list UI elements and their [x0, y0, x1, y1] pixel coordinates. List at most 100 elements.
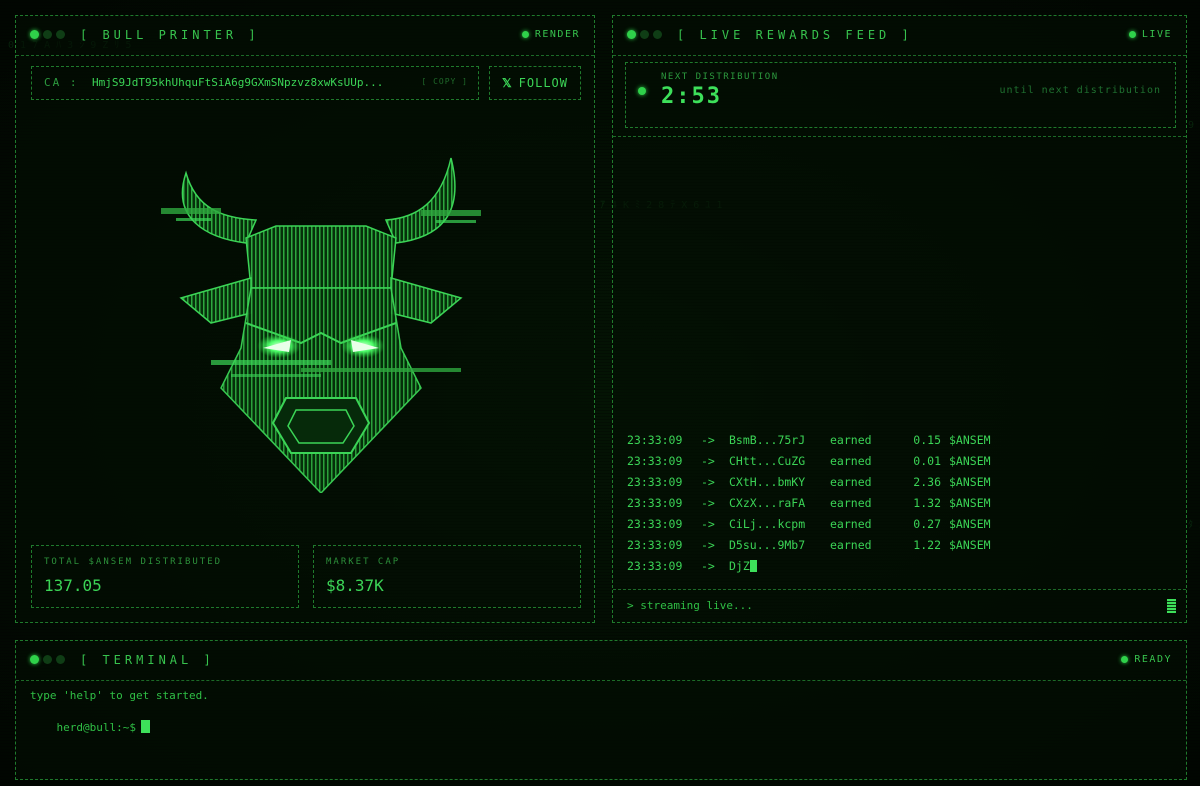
window-dots	[30, 655, 65, 664]
feed-time: 23:33:09	[627, 475, 683, 489]
feed-token: $ANSEM	[949, 475, 991, 489]
rewards-feed-list: 23:33:09 -> BsmB...75rJ earned 0.15 $ANS…	[627, 430, 991, 577]
feed-row: 23:33:09 -> CHtt...CuZG earned 0.01 $ANS…	[627, 451, 991, 472]
status-dot-icon	[1121, 656, 1129, 663]
feed-row: 23:33:09 -> CXzX...raFA earned 1.32 $ANS…	[627, 493, 991, 514]
feed-token: $ANSEM	[949, 496, 991, 510]
terminal-hint: type 'help' to get started.	[30, 689, 209, 702]
stream-status-text: > streaming live...	[627, 599, 753, 612]
feed-arrow: ->	[701, 496, 715, 510]
feed-amount: 2.36	[913, 475, 941, 489]
feed-arrow: ->	[701, 454, 715, 468]
rain-column: 9 ﾆ 0 B ｹ 7 3 ﾓ Q 5	[1188, 120, 1195, 131]
panel-header: [ TERMINAL ] READY	[16, 641, 1186, 681]
dot-icon	[30, 30, 39, 39]
status-indicator: RENDER	[521, 29, 580, 40]
status-label: RENDER	[534, 29, 580, 40]
feed-divider	[613, 136, 1186, 137]
feed-address: BsmB...75rJ	[729, 433, 806, 447]
follow-label: FOLLOW	[518, 76, 569, 90]
countdown-timer: 2:53	[661, 84, 722, 109]
panel-title: [ LIVE REWARDS FEED ]	[677, 28, 913, 42]
feed-amount: 1.32	[913, 496, 941, 510]
feed-token: $ANSEM	[949, 454, 991, 468]
feed-verb: earned	[830, 433, 872, 447]
window-dots	[627, 30, 662, 39]
feed-row: 23:33:09 -> D5su...9Mb7 earned 1.22 $ANS…	[627, 535, 991, 556]
dot-icon	[627, 30, 636, 39]
x-logo-icon: 𝕏	[501, 76, 513, 90]
contract-address-value: HmjS9JdT95khUhquFtSiA6g9GXmSNpzvz8xwKsUU…	[92, 76, 384, 89]
dot-icon	[43, 30, 52, 39]
bull-head-icon	[161, 157, 481, 493]
feed-time: 23:33:09	[627, 454, 683, 468]
feed-row: 23:33:09 -> CiLj...kcpm earned 0.27 $ANS…	[627, 514, 991, 535]
copy-button[interactable]: [ COPY ]	[421, 77, 468, 86]
feed-address-typing: DjZ	[729, 556, 757, 577]
feed-arrow: ->	[701, 433, 715, 447]
feed-verb: earned	[830, 475, 872, 489]
status-dot-icon	[521, 31, 529, 38]
feed-arrow: ->	[701, 517, 715, 531]
rain-column: ﾀ 2 6 ﾎ 1 V ｻ 8 4 ﾙ	[1188, 520, 1200, 531]
panel-title: [ BULL PRINTER ]	[80, 28, 260, 42]
feed-time: 23:33:09	[627, 559, 683, 573]
contract-address-box: CA : HmjS9JdT95khUhquFtSiA6g9GXmSNpzvz8x…	[31, 66, 479, 100]
dot-icon	[30, 655, 39, 664]
feed-time: 23:33:09	[627, 538, 683, 552]
signal-bars-icon	[1167, 599, 1176, 613]
terminal-input-line[interactable]: herd@bull:~$	[30, 707, 150, 747]
status-label: LIVE	[1141, 29, 1172, 40]
feed-token: $ANSEM	[949, 517, 991, 531]
follow-button[interactable]: 𝕏 FOLLOW	[489, 66, 581, 100]
total-distributed-value: 137.05	[44, 576, 102, 595]
dot-icon	[640, 30, 649, 39]
feed-time: 23:33:09	[627, 433, 683, 447]
dot-icon	[56, 655, 65, 664]
total-distributed-card: TOTAL $ANSEM DISTRIBUTED 137.05	[31, 545, 299, 608]
typing-text: DjZ	[729, 559, 750, 573]
market-cap-value: $8.37K	[326, 576, 384, 595]
cursor-icon	[749, 560, 757, 572]
feed-address: CiLj...kcpm	[729, 517, 806, 531]
feed-arrow: ->	[701, 559, 715, 573]
feed-address: CXzX...raFA	[729, 496, 806, 510]
feed-time: 23:33:09	[627, 496, 683, 510]
feed-time: 23:33:09	[627, 517, 683, 531]
feed-address: CHtt...CuZG	[729, 454, 806, 468]
feed-verb: earned	[830, 517, 872, 531]
cursor-icon	[140, 720, 150, 733]
countdown-dot-icon	[638, 87, 646, 95]
feed-arrow: ->	[701, 538, 715, 552]
feed-verb: earned	[830, 496, 872, 510]
feed-token: $ANSEM	[949, 538, 991, 552]
panel-header: [ LIVE REWARDS FEED ] LIVE	[613, 16, 1186, 56]
next-distribution-label: NEXT DISTRIBUTION	[661, 72, 779, 82]
dot-icon	[56, 30, 65, 39]
status-indicator: LIVE	[1128, 29, 1172, 40]
total-distributed-label: TOTAL $ANSEM DISTRIBUTED	[44, 557, 223, 567]
bull-printer-panel: [ BULL PRINTER ] RENDER CA : HmjS9JdT95k…	[15, 15, 595, 623]
panel-header: [ BULL PRINTER ] RENDER	[16, 16, 594, 56]
window-dots	[30, 30, 65, 39]
dot-icon	[43, 655, 52, 664]
feed-amount: 0.01	[913, 454, 941, 468]
until-label: until next distribution	[999, 85, 1161, 96]
rain-column: ｱ 4 K ﾐ 2 8 ﾃ X 6 ﾕ 1	[600, 200, 722, 211]
feed-amount: 1.22	[913, 538, 941, 552]
feed-amount: 0.15	[913, 433, 941, 447]
status-dot-icon	[1128, 31, 1136, 38]
rewards-feed-panel: [ LIVE REWARDS FEED ] LIVE NEXT DISTRIBU…	[612, 15, 1187, 623]
feed-verb: earned	[830, 454, 872, 468]
feed-row: 23:33:09 -> CXtH...bmKY earned 2.36 $ANS…	[627, 472, 991, 493]
status-indicator: READY	[1121, 654, 1172, 665]
terminal-panel[interactable]: [ TERMINAL ] READY type 'help' to get st…	[15, 640, 1187, 780]
feed-row-typing: 23:33:09 -> DjZ	[627, 556, 757, 577]
market-cap-card: MARKET CAP $8.37K	[313, 545, 581, 608]
next-distribution-box: NEXT DISTRIBUTION 2:53 until next distri…	[625, 62, 1176, 128]
feed-row: 23:33:09 -> BsmB...75rJ earned 0.15 $ANS…	[627, 430, 991, 451]
feed-address: CXtH...bmKY	[729, 475, 806, 489]
stream-status-bar: > streaming live...	[613, 589, 1186, 622]
terminal-prompt: herd@bull:~$	[56, 721, 136, 734]
feed-address: D5su...9Mb7	[729, 538, 806, 552]
